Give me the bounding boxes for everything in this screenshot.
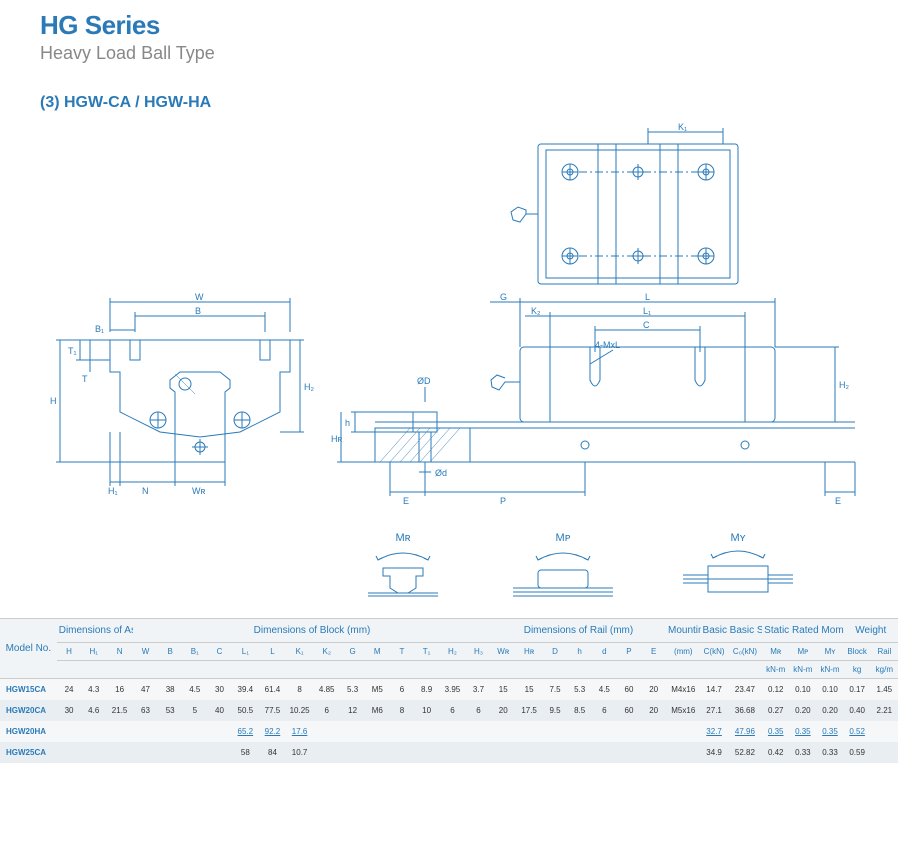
- moment-diagrams: Mʀ Mᴘ Mʏ: [40, 522, 858, 618]
- model-cell: HGW25CA: [0, 742, 57, 763]
- series-subtitle: Heavy Load Ball Type: [40, 43, 858, 64]
- svg-text:E: E: [835, 496, 841, 506]
- svg-text:Ød: Ød: [435, 468, 447, 478]
- svg-text:T: T: [82, 374, 88, 384]
- svg-text:B₁: B₁: [95, 324, 104, 334]
- svg-text:ØD: ØD: [417, 376, 431, 386]
- series-title: HG Series: [40, 10, 858, 41]
- svg-text:L₁: L₁: [643, 306, 651, 316]
- svg-text:h: h: [345, 418, 350, 428]
- svg-text:G: G: [500, 292, 507, 302]
- model-cell: HGW15CA: [0, 679, 57, 701]
- model-cell: HGW20CA: [0, 700, 57, 721]
- svg-text:P: P: [500, 496, 506, 506]
- svg-text:H: H: [50, 396, 57, 406]
- svg-text:T₁: T₁: [68, 346, 77, 356]
- diagram-top-view: K₁: [40, 122, 858, 292]
- svg-text:B: B: [195, 306, 201, 316]
- svg-text:N: N: [142, 486, 149, 496]
- svg-text:C: C: [643, 320, 650, 330]
- model-cell: HGW20HA: [0, 721, 57, 742]
- svg-text:W: W: [195, 292, 204, 302]
- svg-text:H₂: H₂: [839, 380, 849, 390]
- svg-text:H₂: H₂: [304, 382, 314, 392]
- svg-text:4-MxL: 4-MxL: [595, 340, 620, 350]
- diagram-section-side: W B B₁ T₁ T H H₂ H₁ N Wʀ: [40, 292, 858, 522]
- spec-table: Model No. Dimensions of Assembly (mm) Di…: [0, 618, 898, 763]
- svg-text:K₂: K₂: [531, 306, 541, 316]
- svg-text:K₁: K₁: [678, 122, 687, 132]
- section-label: (3) HGW-CA / HGW-HA: [40, 94, 898, 112]
- svg-text:Hʀ: Hʀ: [331, 434, 342, 444]
- svg-text:H₁: H₁: [108, 486, 118, 496]
- svg-text:Wʀ: Wʀ: [192, 486, 205, 496]
- svg-text:E: E: [403, 496, 409, 506]
- svg-text:L: L: [645, 292, 650, 302]
